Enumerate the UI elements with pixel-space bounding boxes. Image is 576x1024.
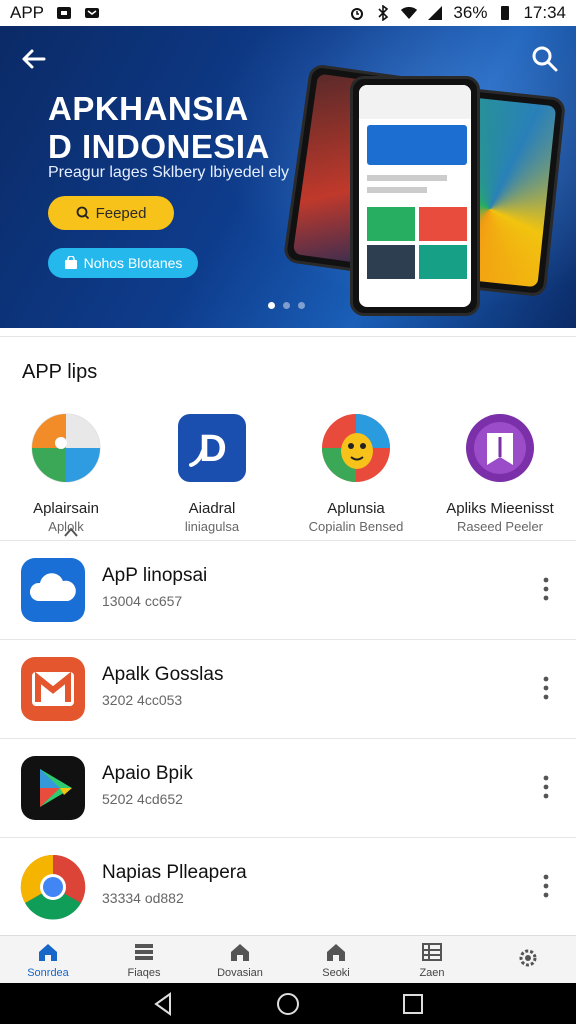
- recents-square-icon[interactable]: [400, 991, 426, 1017]
- home-icon: [231, 943, 249, 961]
- message-icon: [85, 8, 100, 18]
- system-nav-bar: [0, 983, 576, 1024]
- app-tile-name: Aplairsain: [33, 500, 99, 517]
- app-tile-sub: liniagulsa: [184, 519, 240, 534]
- chrome-style-icon: [20, 854, 86, 920]
- hero-secondary-button[interactable]: Nohos Blotanes: [48, 248, 198, 278]
- more-vert-icon[interactable]: [536, 871, 556, 901]
- caret-up-icon: [64, 527, 78, 537]
- more-vert-icon[interactable]: [536, 673, 556, 703]
- apps-section: APP lips Aplairsain Aplolk D Aiadral lin…: [0, 336, 576, 540]
- list-item-title: ApP linopsai: [102, 565, 208, 586]
- home-circle-icon[interactable]: [275, 991, 301, 1017]
- gear-icon: [519, 949, 537, 966]
- battery-text: 36%: [453, 3, 488, 22]
- nav-item-label: Seoki: [322, 966, 350, 979]
- clock: 17:34: [523, 3, 566, 22]
- list-item-meta: 33334 od882: [102, 890, 184, 906]
- nav-item-downloads[interactable]: Dovasian: [192, 936, 288, 983]
- hero-subtitle: Preagur lages Sklbery lbiyedel ely: [48, 164, 290, 181]
- cloud-icon: [21, 558, 85, 622]
- nav-item-settings[interactable]: [480, 936, 576, 983]
- wifi-icon: [401, 7, 418, 19]
- back-triangle-icon[interactable]: [150, 991, 176, 1017]
- alarm-icon: [351, 8, 364, 20]
- svg-text:D: D: [199, 428, 226, 470]
- app-tile-sub: Copialin Bensed: [308, 519, 404, 534]
- app-tile[interactable]: Apliks Mieenisst Raseed Peeler: [430, 413, 570, 534]
- search-icon: [76, 206, 89, 220]
- nav-item-label: Dovasian: [217, 966, 263, 979]
- app-list: ApP linopsai 13004 cc657 Apalk Gosslas 3…: [0, 540, 576, 936]
- list-item[interactable]: Napias Plleapera 33334 od882: [0, 837, 576, 936]
- status-app-label: APP: [10, 3, 45, 22]
- back-arrow-icon[interactable]: [18, 44, 48, 74]
- list-item-title: Napias Plleapera: [102, 862, 247, 883]
- nav-item-label: Sonrdea: [27, 966, 69, 979]
- list-item-meta: 3202 4cc053: [102, 692, 183, 708]
- more-vert-icon[interactable]: [536, 574, 556, 604]
- app-tile[interactable]: Aplunsia Copialin Bensed: [286, 413, 426, 534]
- home-icon: [39, 943, 57, 961]
- more-vert-icon[interactable]: [536, 772, 556, 802]
- list-item[interactable]: Apalk Gosslas 3202 4cc053: [0, 639, 576, 738]
- list-item-meta: 5202 4cd652: [102, 791, 183, 807]
- nav-item-label: Fiaqes: [127, 966, 161, 979]
- store-icon: [64, 256, 77, 269]
- hero-banner[interactable]: APKHANSIA D INDONESIA Preagur lages Sklb…: [0, 26, 576, 328]
- status-bar: APP 36% 17:34: [0, 0, 576, 26]
- app-tile[interactable]: D Aiadral liniagulsa: [142, 413, 282, 534]
- list-icon: [422, 942, 442, 961]
- nav-item-home[interactable]: Sonrdea: [0, 936, 96, 983]
- carousel-dot[interactable]: [268, 302, 275, 309]
- carousel-indicator[interactable]: [268, 302, 305, 309]
- hero-secondary-button-label: Nohos Blotanes: [83, 255, 183, 271]
- list-item-title: Apaio Bpik: [102, 763, 193, 784]
- battery-icon: [501, 6, 510, 20]
- mascot-icon: [322, 414, 390, 482]
- bluetooth-icon: [378, 5, 389, 21]
- carousel-dot[interactable]: [298, 302, 305, 309]
- hero-primary-button[interactable]: Feeped: [48, 196, 174, 230]
- phone-illustration-center: [350, 76, 480, 316]
- play-triangle-icon: [21, 756, 85, 820]
- list-item-title: Apalk Gosslas: [102, 664, 224, 685]
- m-letter-icon: [21, 657, 85, 721]
- hero-primary-button-label: Feeped: [95, 204, 147, 222]
- nav-item-search[interactable]: Seoki: [288, 936, 384, 983]
- list-icon: [135, 943, 153, 960]
- hero-title: APKHANSIA D INDONESIA: [48, 90, 270, 166]
- list-item[interactable]: ApP linopsai 13004 cc657: [0, 540, 576, 639]
- carousel-dot[interactable]: [283, 302, 290, 309]
- app-tile-name: Aiadral: [188, 500, 236, 517]
- nav-item-pages[interactable]: Fiaqes: [96, 936, 192, 983]
- nav-item-zaen[interactable]: Zaen: [384, 936, 480, 983]
- nav-item-label: Zaen: [419, 966, 445, 979]
- apps-section-title: APP lips: [22, 361, 98, 383]
- maps-style-icon: [31, 413, 101, 483]
- hero-title-line1: APKHANSIA: [48, 90, 249, 127]
- notification-icon: [57, 7, 72, 19]
- list-item-meta: 13004 cc657: [102, 593, 183, 609]
- signal-icon: [428, 6, 443, 20]
- app-tile[interactable]: Aplairsain Aplolk: [0, 413, 136, 534]
- page: APP 36% 17:34 APKHANSIA D INDONESIA Prea…: [0, 0, 576, 1024]
- status-left: APP: [10, 3, 100, 23]
- bottom-nav: Sonrdea Fiaqes Dovasian Seoki Zaen: [0, 935, 576, 983]
- d-letter-icon: D: [178, 414, 246, 482]
- book-flag-icon: [466, 414, 534, 482]
- app-tile-name: Apliks Mieenisst: [446, 500, 554, 517]
- app-tile-sub: Raseed Peeler: [457, 519, 543, 534]
- search-icon[interactable]: [530, 44, 560, 74]
- home-icon: [327, 943, 345, 961]
- hero-title-line2: D INDONESIA: [48, 128, 270, 165]
- list-item[interactable]: Apaio Bpik 5202 4cd652: [0, 738, 576, 837]
- app-tile-name: Aplunsia: [327, 500, 385, 517]
- status-right: 36% 17:34: [349, 3, 566, 23]
